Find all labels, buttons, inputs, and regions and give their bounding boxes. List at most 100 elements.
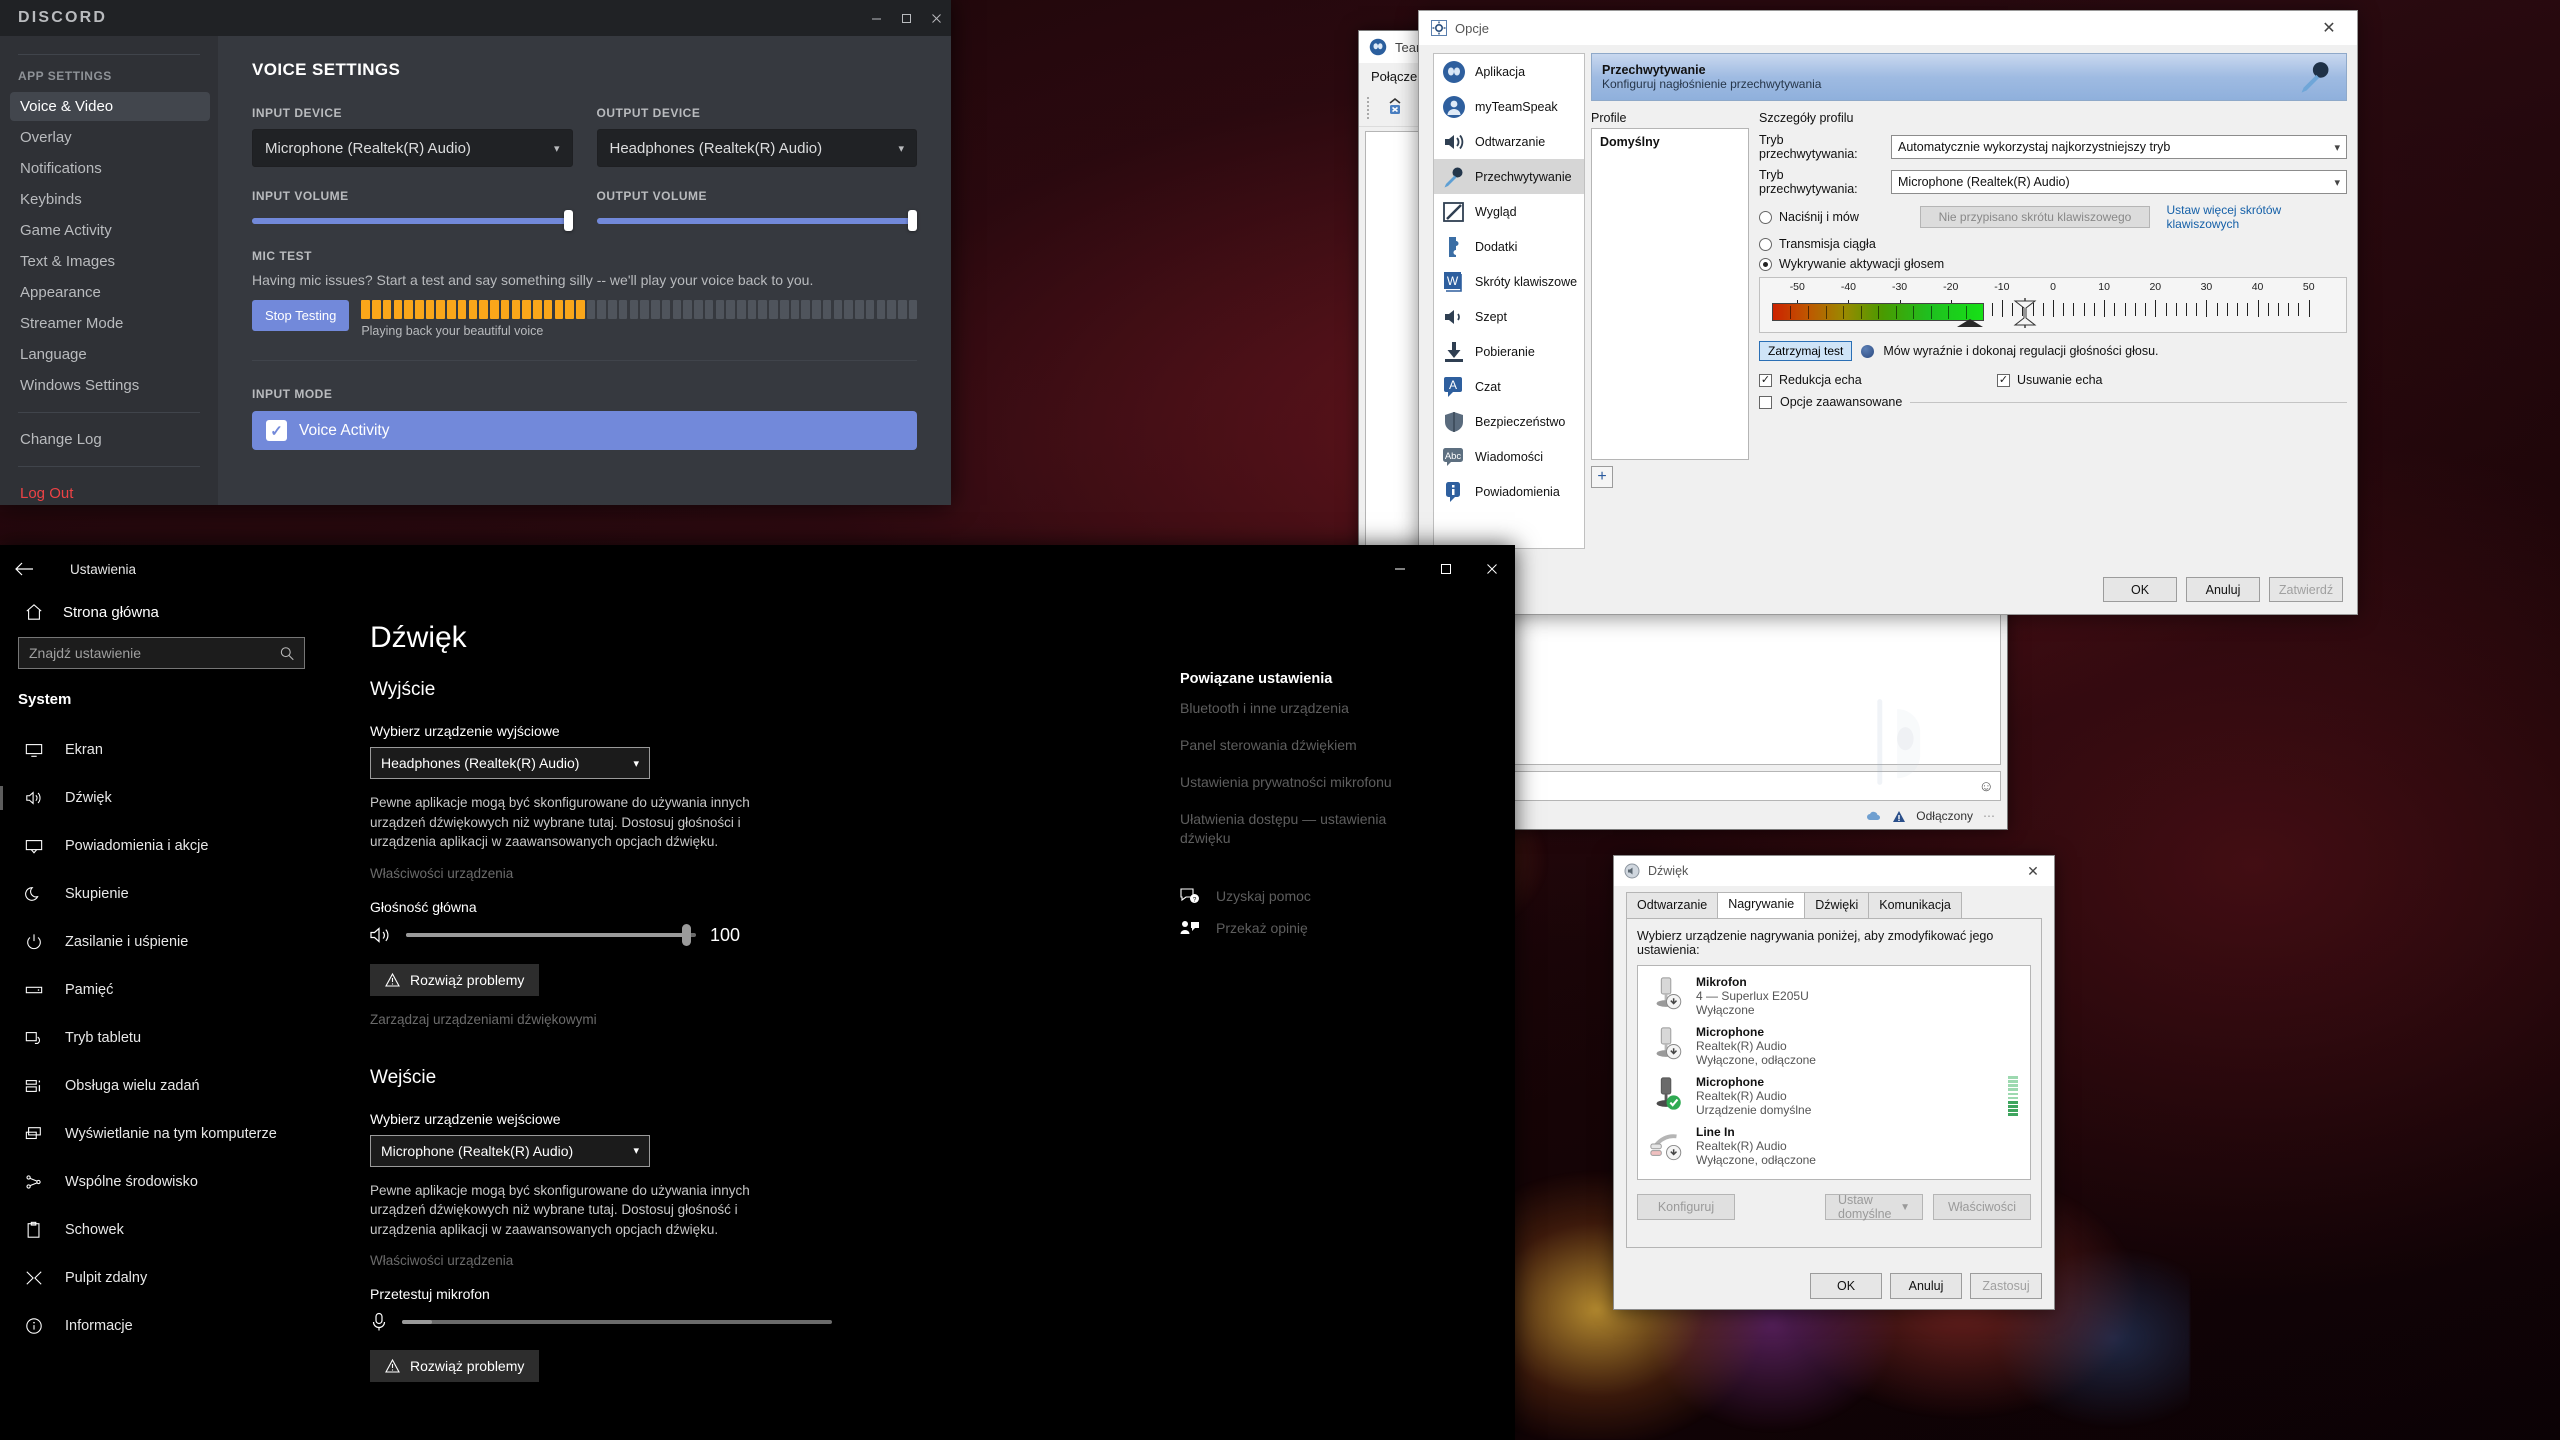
- output-device-select[interactable]: Headphones (Realtek(R) Audio) ▾: [370, 747, 650, 779]
- radio-selected-icon[interactable]: [1759, 257, 1772, 271]
- sidebar-item-voice-video[interactable]: Voice & Video: [10, 92, 210, 121]
- threshold-marker-icon[interactable]: [1955, 318, 1985, 328]
- close-icon[interactable]: ✕: [2012, 856, 2054, 886]
- output-volume-slider[interactable]: [596, 210, 917, 231]
- cancel-button[interactable]: Anuluj: [2186, 577, 2260, 602]
- output-troubleshoot-button[interactable]: Rozwiąż problemy: [370, 963, 540, 996]
- radio-unselected-icon[interactable]: [1759, 237, 1772, 251]
- ok-button[interactable]: OK: [1810, 1273, 1882, 1299]
- settings-nav-tryb-tabletu[interactable]: Tryb tabletu: [0, 1014, 330, 1062]
- more-hotkeys-link[interactable]: Ustaw więcej skrótów klawiszowych: [2167, 203, 2347, 231]
- radio-push-to-talk-row[interactable]: Naciśnij i mów Nie przypisano skrótu kla…: [1759, 203, 2347, 231]
- input-device-select[interactable]: Microphone (Realtek(R) Audio) ▾: [252, 129, 573, 167]
- related-link-sound-control-panel[interactable]: Panel sterowania dźwiękiem: [1180, 736, 1530, 755]
- master-volume-thumb[interactable]: [682, 924, 692, 947]
- checkbox-checked-icon[interactable]: ✓: [266, 420, 287, 441]
- input-device-properties-link[interactable]: Właściwości urządzenia: [370, 1253, 1140, 1268]
- opcje-nav-dodatki[interactable]: Dodatki: [1434, 229, 1584, 264]
- settings-nav-zasilanie[interactable]: Zasilanie i uśpienie: [0, 918, 330, 966]
- opcje-nav-powiadomienia[interactable]: Powiadomienia: [1434, 474, 1584, 509]
- opcje-nav-wyglad[interactable]: Wygląd: [1434, 194, 1584, 229]
- related-link-microphone-privacy[interactable]: Ustawienia prywatności mikrofonu: [1180, 773, 1530, 792]
- tab-odtwarzanie[interactable]: Odtwarzanie: [1626, 892, 1719, 918]
- output-device-properties-link[interactable]: Właściwości urządzenia: [370, 866, 1140, 881]
- opcje-nav-odtwarzanie[interactable]: Odtwarzanie: [1434, 124, 1584, 159]
- opcje-nav-przechwytywanie[interactable]: Przechwytywanie: [1434, 159, 1584, 194]
- search-input[interactable]: [29, 645, 280, 661]
- recording-device-list[interactable]: Mikrofon 4 — Superlux E205U Wyłączone Mi…: [1637, 965, 2031, 1180]
- tab-komunikacja[interactable]: Komunikacja: [1868, 892, 1962, 918]
- settings-nav-dzwiek[interactable]: Dźwięk: [0, 774, 330, 822]
- manage-sound-devices-link[interactable]: Zarządzaj urządzeniami dźwiękowymi: [370, 1012, 1140, 1027]
- capture-device-select[interactable]: Microphone (Realtek(R) Audio) ▾: [1891, 170, 2347, 194]
- minimize-icon[interactable]: [861, 0, 891, 36]
- input-device-select[interactable]: Microphone (Realtek(R) Audio) ▾: [370, 1134, 650, 1167]
- opcje-nav-pobieranie[interactable]: Pobieranie: [1434, 334, 1584, 369]
- checkbox-checked-icon[interactable]: ✓: [1997, 373, 2010, 387]
- settings-nav-obsluga-wielu-zadan[interactable]: Obsługa wielu zadań: [0, 1062, 330, 1110]
- output-volume-thumb[interactable]: [908, 210, 917, 231]
- opcje-nav-skroty-klawiszowe[interactable]: W Skróty klawiszowe: [1434, 264, 1584, 299]
- input-mode-voice-activity[interactable]: ✓ Voice Activity: [252, 411, 917, 450]
- opcje-nav-aplikacja[interactable]: Aplikacja: [1434, 54, 1584, 89]
- sidebar-item-overlay[interactable]: Overlay: [10, 123, 210, 152]
- close-icon[interactable]: [921, 0, 951, 36]
- settings-nav-informacje[interactable]: Informacje: [0, 1302, 330, 1350]
- resize-grip-icon[interactable]: ⋯: [1983, 809, 1995, 823]
- settings-nav-powiadomienia[interactable]: Powiadomienia i akcje: [0, 822, 330, 870]
- maximize-icon[interactable]: [1423, 545, 1469, 593]
- settings-nav-pulpit-zdalny[interactable]: Pulpit zdalny: [0, 1254, 330, 1302]
- sidebar-item-language[interactable]: Language: [10, 340, 210, 369]
- back-arrow-icon[interactable]: [0, 545, 48, 593]
- settings-nav-pamiec[interactable]: Pamięć: [0, 966, 330, 1014]
- hotkey-field[interactable]: Nie przypisano skrótu klawiszowego: [1920, 206, 2150, 228]
- master-volume-slider[interactable]: [406, 924, 696, 947]
- echo-cancellation-row[interactable]: ✓ Usuwanie echa: [1997, 373, 2102, 387]
- emoji-icon[interactable]: ☺: [1979, 778, 1994, 795]
- output-device-select[interactable]: Headphones (Realtek(R) Audio) ▾: [596, 129, 917, 167]
- profile-list[interactable]: Domyślny: [1591, 128, 1749, 460]
- echo-reduction-row[interactable]: ✓ Redukcja echa: [1759, 373, 1997, 387]
- radio-voice-activation-row[interactable]: Wykrywanie aktywacji głosem: [1759, 257, 2347, 271]
- vad-slider-handle-icon[interactable]: [2012, 298, 2038, 328]
- settings-home-item[interactable]: Strona główna: [0, 593, 330, 631]
- checkbox-checked-icon[interactable]: ✓: [1759, 373, 1772, 387]
- device-row[interactable]: Mikrofon 4 — Superlux E205U Wyłączone: [1638, 972, 2030, 1022]
- settings-nav-schowek[interactable]: Schowek: [0, 1206, 330, 1254]
- device-row-default[interactable]: Microphone Realtek(R) Audio Urządzenie d…: [1638, 1072, 2030, 1122]
- sidebar-item-streamer-mode[interactable]: Streamer Mode: [10, 309, 210, 338]
- settings-nav-wyswietlanie[interactable]: Wyświetlanie na tym komputerze: [0, 1110, 330, 1158]
- input-volume-thumb[interactable]: [563, 210, 573, 231]
- checkbox-unchecked-icon[interactable]: [1759, 395, 1772, 409]
- stop-testing-button[interactable]: Stop Testing: [252, 300, 350, 331]
- feedback-row[interactable]: Przekaż opinię: [1180, 919, 1530, 937]
- sidebar-item-log-out[interactable]: Log Out: [10, 479, 210, 508]
- device-row[interactable]: Microphone Realtek(R) Audio Wyłączone, o…: [1638, 1022, 2030, 1072]
- sidebar-item-text-images[interactable]: Text & Images: [10, 247, 210, 276]
- sidebar-item-game-activity[interactable]: Game Activity: [10, 216, 210, 245]
- tab-nagrywanie[interactable]: Nagrywanie: [1717, 892, 1806, 918]
- minimize-icon[interactable]: [1377, 545, 1423, 593]
- settings-nav-ekran[interactable]: Ekran: [0, 726, 330, 774]
- get-help-row[interactable]: ? Uzyskaj pomoc: [1180, 887, 1530, 905]
- opcje-nav-wiadomosci[interactable]: Abc Wiadomości: [1434, 439, 1584, 474]
- opcje-nav-myteamspeak[interactable]: myTeamSpeak: [1434, 89, 1584, 124]
- opcje-nav-czat[interactable]: A Czat: [1434, 369, 1584, 404]
- ok-button[interactable]: OK: [2103, 577, 2177, 602]
- mute-microphone-button[interactable]: [1378, 94, 1412, 122]
- sidebar-item-notifications[interactable]: Notifications: [10, 154, 210, 183]
- advanced-options-row[interactable]: Opcje zaawansowane: [1759, 395, 2347, 409]
- tab-dzwieki[interactable]: Dźwięki: [1804, 892, 1870, 918]
- settings-search-box[interactable]: [18, 637, 305, 669]
- capture-mode-select[interactable]: Automatycznie wykorzystaj najkorzystniej…: [1891, 135, 2347, 159]
- opcje-nav-bezpieczenstwo[interactable]: Bezpieczeństwo: [1434, 404, 1584, 439]
- stop-test-button[interactable]: Zatrzymaj test: [1759, 341, 1853, 361]
- settings-nav-wspolne-srodowisko[interactable]: Wspólne środowisko: [0, 1158, 330, 1206]
- related-link-bluetooth[interactable]: Bluetooth i inne urządzenia: [1180, 699, 1530, 718]
- close-icon[interactable]: ✕: [2307, 12, 2351, 44]
- voice-activation-meter[interactable]: -50 -40 -30 -20 -10 0 10 20 30 40 50: [1759, 277, 2347, 333]
- settings-nav-skupienie[interactable]: Skupienie: [0, 870, 330, 918]
- add-profile-button[interactable]: +: [1591, 466, 1613, 488]
- close-icon[interactable]: [1469, 545, 1515, 593]
- input-troubleshoot-button[interactable]: Rozwiąż problemy: [370, 1350, 540, 1383]
